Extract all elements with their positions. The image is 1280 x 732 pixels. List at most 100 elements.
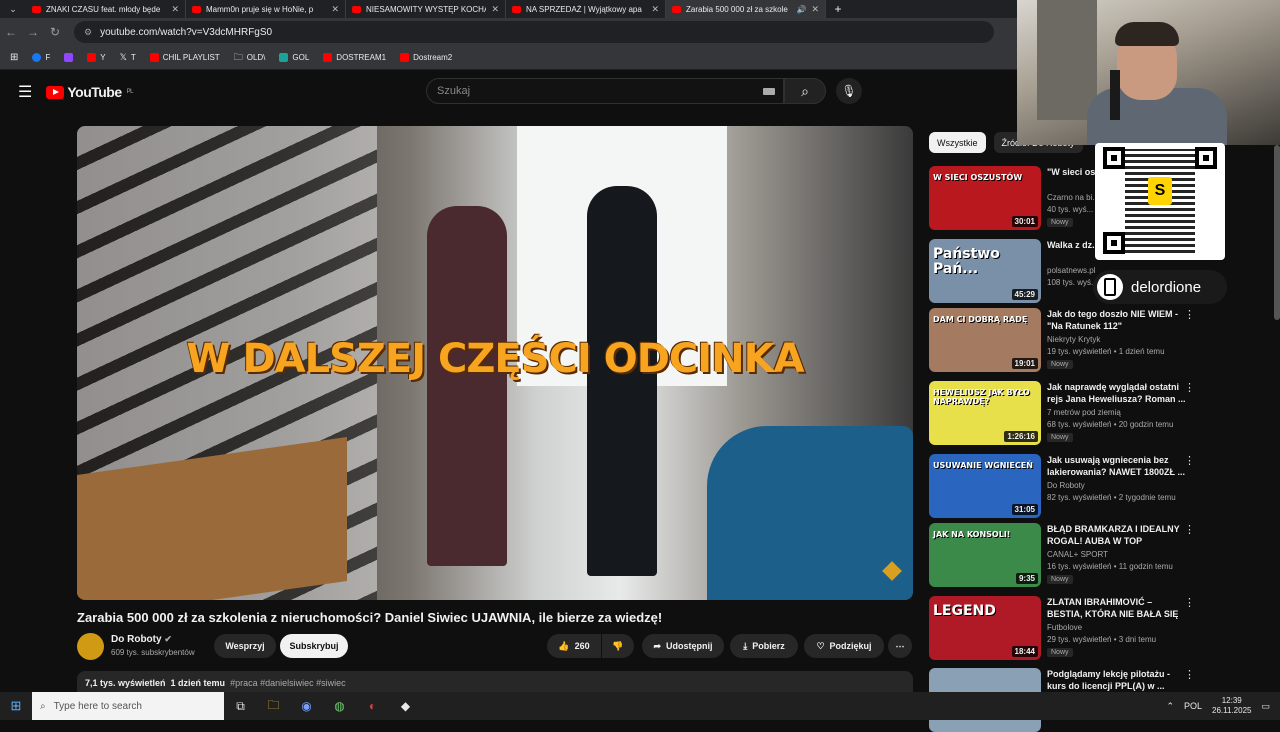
- video-thumbnail[interactable]: Państwo Pań... 45:29: [929, 239, 1041, 303]
- clock-time: 12:39: [1221, 696, 1242, 705]
- new-badge: Nowy: [1047, 433, 1073, 442]
- bookmark-folder[interactable]: 🗀 OLD\: [234, 50, 266, 66]
- reload-icon[interactable]: ↻: [44, 25, 66, 39]
- recommended-title: Jak naprawdę wyglądał ostatni rejs Jana …: [1047, 382, 1186, 404]
- close-tab-icon[interactable]: ✕: [811, 4, 819, 15]
- search-input[interactable]: Szukaj: [426, 78, 784, 104]
- subscribe-button[interactable]: Subskrybuj: [280, 634, 348, 658]
- video-player[interactable]: W DALSZEJ CZĘŚCI ODCINKA: [77, 126, 913, 600]
- recommended-stats: 82 tys. wyświetleń • 2 tygodnie temu: [1047, 493, 1176, 502]
- more-vertical-icon[interactable]: ⋮: [1184, 308, 1195, 321]
- input-language[interactable]: POL: [1184, 701, 1202, 711]
- windows-start-icon[interactable]: ⊞: [0, 698, 32, 714]
- recommended-title: Jak usuwają wgniecenia bez lakierowania?…: [1047, 455, 1186, 477]
- search-button[interactable]: ⌕: [784, 78, 826, 104]
- bookmark-label: Y: [100, 53, 106, 62]
- tab-list-chevron-icon[interactable]: ⌄: [0, 4, 26, 15]
- qr-code: S: [1095, 143, 1225, 260]
- thanks-button[interactable]: ♡ Podziękuj: [804, 634, 884, 658]
- more-vertical-icon[interactable]: ⋮: [1184, 454, 1195, 467]
- bookmark-item[interactable]: [64, 53, 74, 62]
- share-button[interactable]: ➦ Udostępnij: [642, 634, 724, 658]
- video-thumbnail[interactable]: HEWELIUSZ JAK BYŁO NAPRAWDĘ? 1:26:16: [929, 381, 1041, 445]
- recommended-channel: polsatnews.pl: [1047, 266, 1096, 275]
- video-thumbnail[interactable]: LEGEND 18:44: [929, 596, 1041, 660]
- new-tab-button[interactable]: +: [826, 2, 850, 16]
- app-icon[interactable]: ◆: [389, 699, 422, 713]
- new-badge: Nowy: [1047, 575, 1073, 584]
- close-tab-icon[interactable]: ✕: [651, 4, 659, 15]
- facebook-icon: [32, 53, 42, 62]
- bookmark-item[interactable]: Dostream2: [400, 53, 452, 62]
- browser-tab[interactable]: ZNAKI CZASU feat. młody będe ✕: [26, 0, 186, 18]
- file-explorer-icon[interactable]: 🗀: [257, 696, 290, 717]
- more-vertical-icon[interactable]: ⋮: [1184, 668, 1195, 681]
- obs-icon[interactable]: ◐: [356, 699, 389, 713]
- url-field[interactable]: ⚙ youtube.com/watch?v=V3dcMHRFgS0: [74, 21, 994, 43]
- bookmark-item[interactable]: CHIL PLAYLIST: [149, 53, 220, 62]
- keyboard-icon[interactable]: [763, 88, 775, 95]
- browser-tab[interactable]: Mamm0n pruje się w HoNie, p ✕: [186, 0, 346, 18]
- task-view-icon[interactable]: ⧉: [224, 699, 257, 714]
- close-tab-icon[interactable]: ✕: [331, 4, 339, 15]
- browser-tab[interactable]: NA SPRZEDAŻ | Wyjątkowy apa ✕: [506, 0, 666, 18]
- qr-finder: [1103, 232, 1125, 254]
- hashtags[interactable]: #praca #danielsiwiec #siwiec: [230, 678, 346, 688]
- bookmark-label: Dostream2: [413, 53, 453, 62]
- tray-chevron-icon[interactable]: ⌃: [1166, 701, 1174, 712]
- site-info-icon[interactable]: ⚙: [84, 27, 92, 38]
- clock[interactable]: 12:39 26.11.2025: [1212, 696, 1251, 716]
- back-arrow-icon[interactable]: ←: [0, 25, 22, 39]
- browser-tab[interactable]: NIESAMOWITY WYSTĘP KOCHA ✕: [346, 0, 506, 18]
- apps-grid-icon[interactable]: ⊞: [10, 52, 18, 63]
- video-thumbnail[interactable]: USUWANIE WGNIECEŃ 31:05: [929, 454, 1041, 518]
- chrome-icon[interactable]: ◍: [323, 699, 356, 713]
- more-actions-button[interactable]: ⋯: [888, 634, 912, 658]
- folder-icon: 🗀: [233, 51, 243, 62]
- support-button[interactable]: Wesprzyj: [214, 634, 276, 658]
- close-tab-icon[interactable]: ✕: [491, 4, 499, 15]
- dislike-button[interactable]: 👎: [602, 634, 634, 658]
- download-button[interactable]: ⤓ Pobierz: [730, 634, 798, 658]
- video-thumbnail[interactable]: JAK NA KONSOLI! 9:35: [929, 523, 1041, 587]
- recommended-video[interactable]: USUWANIE WGNIECEŃ 31:05 Jak usuwają wgniec…: [929, 454, 1199, 518]
- close-tab-icon[interactable]: ✕: [171, 4, 179, 15]
- recommended-title: Jak do tego doszło NIE WIEM - "Na Ratune…: [1047, 309, 1179, 331]
- bookmark-item[interactable]: DOSTREAM1: [323, 53, 386, 62]
- channel-name[interactable]: Do Roboty ✔: [111, 634, 172, 645]
- more-vertical-icon[interactable]: ⋮: [1184, 596, 1195, 609]
- bookmark-item[interactable]: GOL: [279, 53, 309, 62]
- youtube-logo[interactable]: YouTube PL: [46, 84, 134, 100]
- recommended-video[interactable]: LEGEND 18:44 ZLATAN IBRAHIMOVIĆ – BESTIA, …: [929, 596, 1199, 660]
- search-icon: ⌕: [40, 700, 46, 712]
- video-thumbnail[interactable]: W SIECI OSZUSTÓW 30:01: [929, 166, 1041, 230]
- subscribe-label: Subskrybuj: [289, 641, 339, 651]
- voice-search-button[interactable]: 🎙: [836, 78, 862, 104]
- bookmark-item[interactable]: Y: [87, 53, 106, 62]
- video-frame-couch: [707, 426, 913, 600]
- tab-title: Zarabia 500 000 zł za szkole: [686, 4, 788, 14]
- bookmark-item[interactable]: F: [32, 53, 50, 62]
- discord-icon[interactable]: ◉: [290, 699, 323, 713]
- hamburger-menu-icon[interactable]: ☰: [18, 82, 32, 102]
- page-scrollbar[interactable]: [1274, 145, 1280, 320]
- thumbnail-text: JAK NA KONSOLI!: [933, 530, 1011, 539]
- thanks-heart-icon: ♡: [816, 640, 825, 651]
- recommended-video[interactable]: JAK NA KONSOLI! 9:35 BŁĄD BRAMKARZA I IDEA…: [929, 523, 1199, 587]
- recommended-video[interactable]: HEWELIUSZ JAK BYŁO NAPRAWDĘ? 1:26:16 Jak n…: [929, 381, 1199, 445]
- audio-playing-icon[interactable]: 🔊: [796, 5, 806, 14]
- bookmark-item[interactable]: 𝕏T: [120, 52, 136, 63]
- description-box[interactable]: 7,1 tys. wyświetleń 1 dzień temu #praca …: [77, 671, 913, 693]
- more-vertical-icon[interactable]: ⋮: [1184, 523, 1195, 536]
- chip-all[interactable]: Wszystkie: [929, 132, 986, 153]
- recommended-video[interactable]: DAM CI DOBRĄ RADĘ 19:01 Jak do tego doszło…: [929, 308, 1199, 372]
- browser-tab-active[interactable]: Zarabia 500 000 zł za szkole 🔊 ✕: [666, 0, 826, 18]
- logo-text: YouTube: [67, 84, 122, 100]
- like-button[interactable]: 👍 260: [547, 634, 601, 658]
- video-thumbnail[interactable]: DAM CI DOBRĄ RADĘ 19:01: [929, 308, 1041, 372]
- taskbar-search-input[interactable]: ⌕ Type here to search: [32, 692, 224, 720]
- notifications-icon[interactable]: ▭: [1261, 701, 1270, 712]
- forward-arrow-icon[interactable]: →: [22, 25, 44, 39]
- channel-avatar[interactable]: [77, 633, 104, 660]
- more-vertical-icon[interactable]: ⋮: [1184, 381, 1195, 394]
